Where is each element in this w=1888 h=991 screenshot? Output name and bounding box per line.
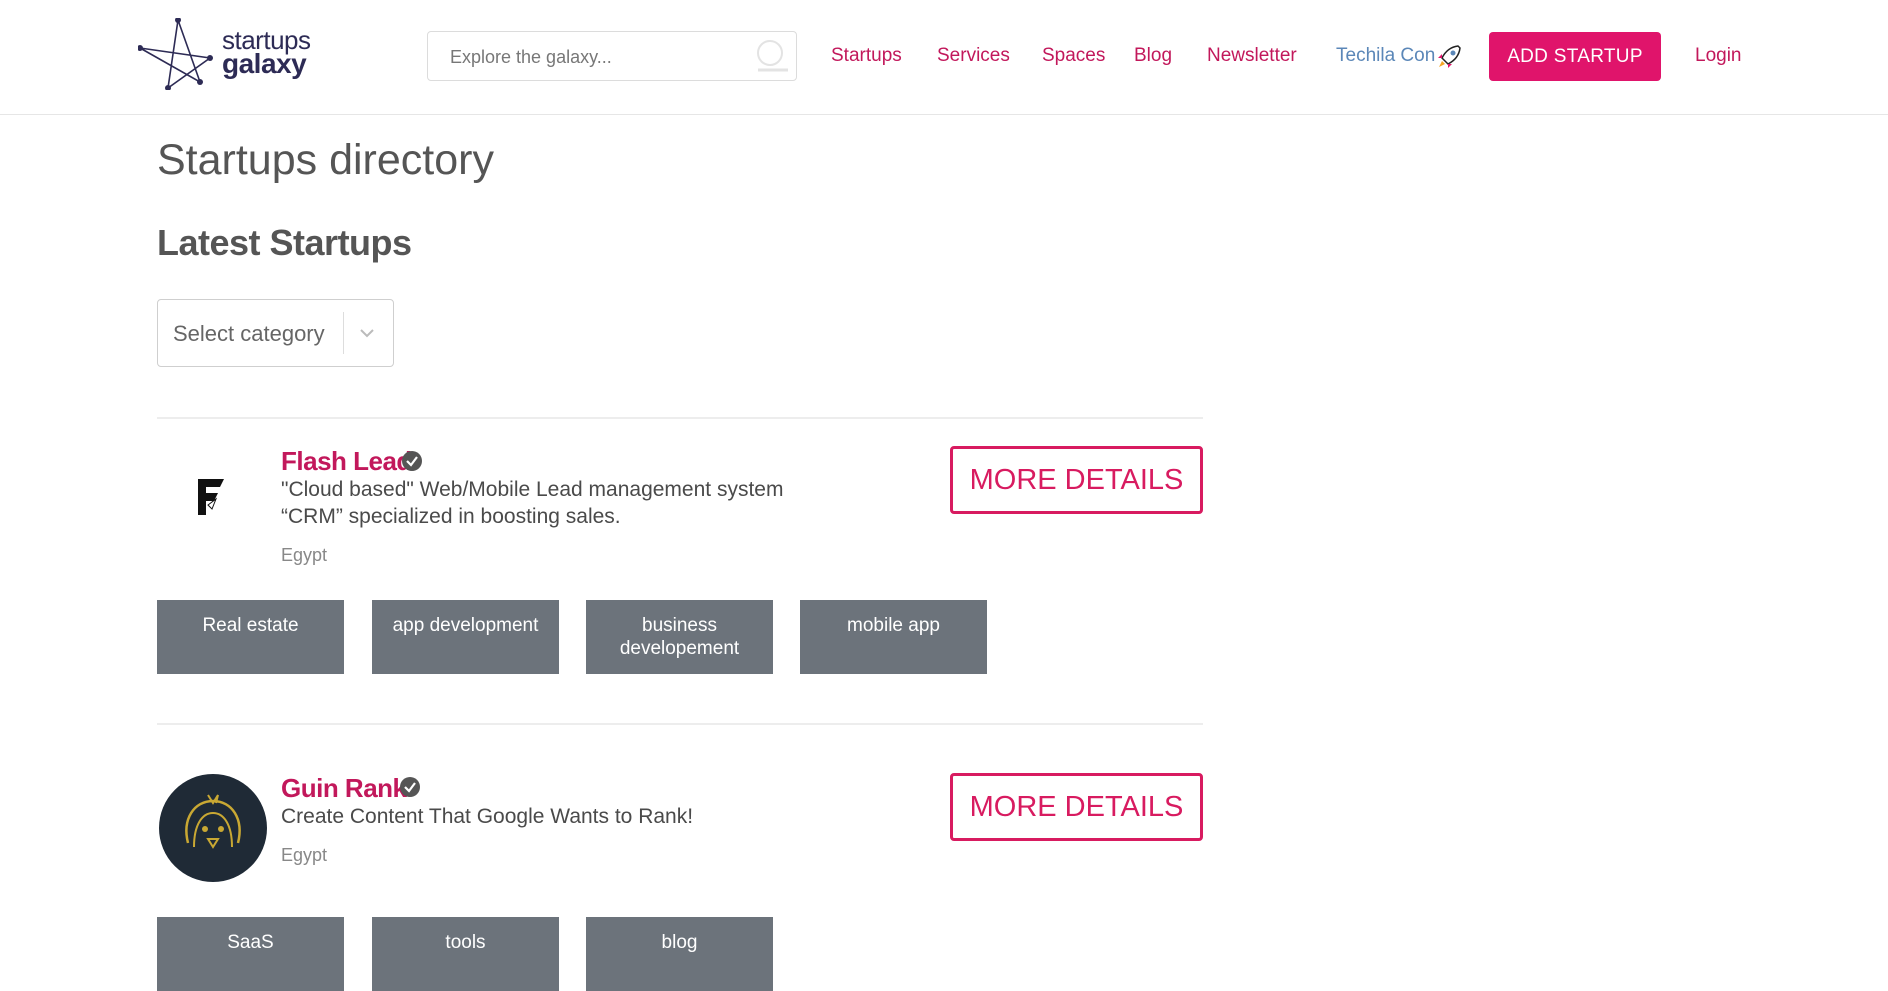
search-icon[interactable] xyxy=(754,38,790,79)
search-box[interactable] xyxy=(427,31,797,82)
star-constellation-icon xyxy=(137,17,213,91)
select-separator xyxy=(343,312,344,354)
tag[interactable]: tools xyxy=(372,917,559,991)
nav-services[interactable]: Services xyxy=(937,45,1010,67)
startup-name[interactable]: Flash Lead xyxy=(281,446,412,477)
rocket-icon xyxy=(1436,44,1462,75)
startup-description: Create Content That Google Wants to Rank… xyxy=(281,805,694,828)
site-header: startups galaxy Startups Services Spaces… xyxy=(0,0,1888,115)
logo-line2: galaxy xyxy=(222,48,307,79)
page-title: Startups directory xyxy=(157,136,494,184)
tag[interactable]: SaaS xyxy=(157,917,344,991)
more-details-button[interactable]: MORE DETAILS xyxy=(950,773,1203,841)
add-startup-button[interactable]: ADD STARTUP xyxy=(1489,32,1661,81)
startup-country: Egypt xyxy=(281,845,328,865)
list-divider xyxy=(157,723,1203,725)
guin-rank-logo[interactable] xyxy=(158,773,268,888)
flash-lead-logo[interactable] xyxy=(190,475,230,524)
nav-spaces[interactable]: Spaces xyxy=(1042,45,1105,67)
startup-country: Egypt xyxy=(281,545,328,565)
nav-newsletter[interactable]: Newsletter xyxy=(1207,45,1297,67)
chevron-down-icon[interactable] xyxy=(358,325,376,346)
logo-text: startups galaxy xyxy=(222,27,311,79)
startups-galaxy-logo[interactable]: startups galaxy xyxy=(137,17,338,91)
nav-blog[interactable]: Blog xyxy=(1134,45,1172,67)
startup-description: "Cloud based" Web/Mobile Lead management… xyxy=(281,478,784,528)
list-divider xyxy=(157,417,1203,419)
search-input[interactable] xyxy=(448,32,752,82)
nav-techila-con[interactable]: Techila Con xyxy=(1336,45,1435,67)
nav-login[interactable]: Login xyxy=(1695,45,1742,67)
verified-check-icon xyxy=(401,450,423,477)
category-select-value: Select category xyxy=(173,321,325,346)
tag[interactable]: app development xyxy=(372,600,559,674)
tag[interactable]: business developement xyxy=(586,600,773,674)
startup-name[interactable]: Guin Rank xyxy=(281,773,407,804)
tag[interactable]: mobile app xyxy=(800,600,987,674)
more-details-button[interactable]: MORE DETAILS xyxy=(950,446,1203,514)
section-title: Latest Startups xyxy=(157,222,412,263)
verified-check-icon xyxy=(399,776,421,803)
tag[interactable]: Real estate xyxy=(157,600,344,674)
category-select[interactable]: Select category xyxy=(157,299,394,367)
nav-startups[interactable]: Startups xyxy=(831,45,902,67)
tag[interactable]: blog xyxy=(586,917,773,991)
